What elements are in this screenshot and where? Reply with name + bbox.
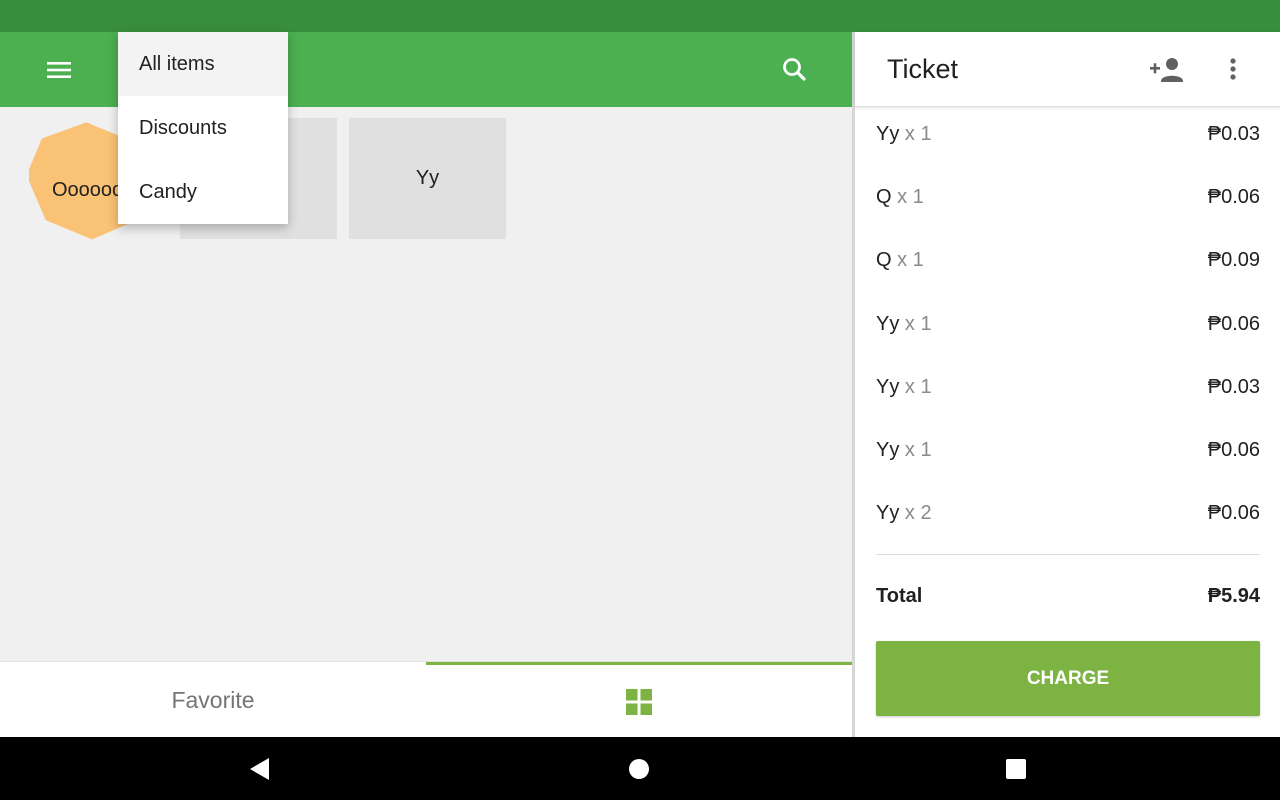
line-name: Yy — [876, 438, 900, 461]
line-qty: x 2 — [904, 502, 932, 525]
line-price: ₱0.03 — [1207, 123, 1260, 145]
tab-all-items-grid[interactable] — [426, 662, 852, 738]
line-price: ₱0.03 — [1207, 375, 1260, 398]
dropdown-option-discounts[interactable]: Discounts — [118, 96, 288, 160]
line-price: ₱0.06 — [1207, 186, 1260, 209]
item-tile[interactable]: Yy — [349, 118, 506, 239]
grid-icon — [626, 688, 652, 715]
line-name-wrap: Yy x 1 — [876, 123, 932, 146]
line-name-wrap: Q x 1 — [876, 249, 924, 272]
tab-favorite[interactable]: Favorite — [0, 662, 426, 738]
line-qty: x 1 — [897, 249, 924, 272]
ticket-line-items: Yy x 1 ₱0.03 Q x 1 ₱0.06 Q x 1 ₱0.09 Yy … — [876, 107, 1260, 549]
ticket-line[interactable]: Q x 1 ₱0.09 — [876, 233, 1260, 296]
add-person-icon — [1150, 58, 1183, 82]
bottom-tab-bar: Favorite — [0, 661, 852, 737]
tab-favorite-label: Favorite — [171, 686, 255, 713]
ticket-line[interactable]: Yy x 1 ₱0.06 — [876, 423, 1260, 486]
recents-square-icon — [1006, 759, 1026, 779]
nav-home-button[interactable] — [623, 753, 655, 785]
system-nav-bar — [0, 737, 1280, 800]
ticket-line[interactable]: Yy x 1 ₱0.03 — [876, 107, 1260, 170]
nav-recents-button[interactable] — [1000, 753, 1032, 785]
category-dropdown-menu: All items Discounts Candy — [118, 32, 288, 224]
line-name: Q — [876, 249, 892, 272]
line-qty: x 1 — [897, 186, 924, 209]
line-name: Yy — [876, 502, 900, 525]
more-options-button[interactable] — [1217, 52, 1249, 88]
line-qty: x 1 — [904, 375, 932, 398]
ticket-line[interactable]: Yy x 1 ₱0.06 — [876, 297, 1260, 360]
ticket-line[interactable]: Yy x 2 ₱0.06 — [876, 486, 1260, 549]
ticket-line[interactable]: Yy x 1 ₱0.03 — [876, 360, 1260, 423]
search-icon — [783, 58, 806, 81]
item-label: Yy — [415, 167, 440, 189]
hamburger-menu-icon — [47, 62, 71, 78]
line-name-wrap: Yy x 2 — [876, 502, 932, 525]
line-qty: x 1 — [904, 123, 932, 145]
line-price: ₱0.06 — [1207, 502, 1260, 525]
line-price: ₱0.06 — [1207, 438, 1260, 461]
back-triangle-icon — [250, 758, 269, 780]
add-customer-button[interactable] — [1149, 52, 1189, 88]
menu-button[interactable] — [34, 52, 84, 88]
line-name: Yy — [876, 375, 900, 398]
line-name: Yy — [876, 312, 900, 335]
total-value: ₱5.94 — [1207, 585, 1260, 607]
line-price: ₱0.06 — [1207, 312, 1260, 335]
nav-back-button[interactable] — [244, 753, 276, 785]
item-label: Oooooo — [52, 179, 124, 201]
total-label: Total — [876, 585, 923, 607]
line-name: Q — [876, 186, 892, 209]
line-qty: x 1 — [904, 438, 932, 461]
line-name-wrap: Yy x 1 — [876, 313, 932, 336]
home-circle-icon — [629, 759, 649, 779]
total-divider — [876, 554, 1260, 555]
line-name-wrap: Yy x 1 — [876, 439, 932, 462]
line-qty: x 1 — [904, 312, 932, 335]
more-vert-icon — [1230, 58, 1236, 80]
line-price: ₱0.09 — [1207, 249, 1260, 272]
line-name: Yy — [876, 123, 900, 145]
search-button[interactable] — [770, 50, 820, 90]
charge-button[interactable]: CHARGE — [876, 641, 1260, 716]
line-name-wrap: Q x 1 — [876, 186, 924, 209]
line-name-wrap: Yy x 1 — [876, 376, 932, 399]
charge-button-label: CHARGE — [1026, 667, 1110, 689]
ticket-line[interactable]: Q x 1 ₱0.06 — [876, 170, 1260, 233]
ticket-panel: Ticket Yy x 1 ₱0.03 Q x 1 ₱0.06 Q x 1 ₱0… — [855, 32, 1280, 737]
ticket-title: Ticket — [887, 54, 959, 84]
ticket-header: Ticket — [855, 32, 1280, 107]
dropdown-option-all-items[interactable]: All items — [118, 32, 288, 96]
dropdown-option-candy[interactable]: Candy — [118, 160, 288, 224]
status-bar — [0, 0, 1280, 32]
